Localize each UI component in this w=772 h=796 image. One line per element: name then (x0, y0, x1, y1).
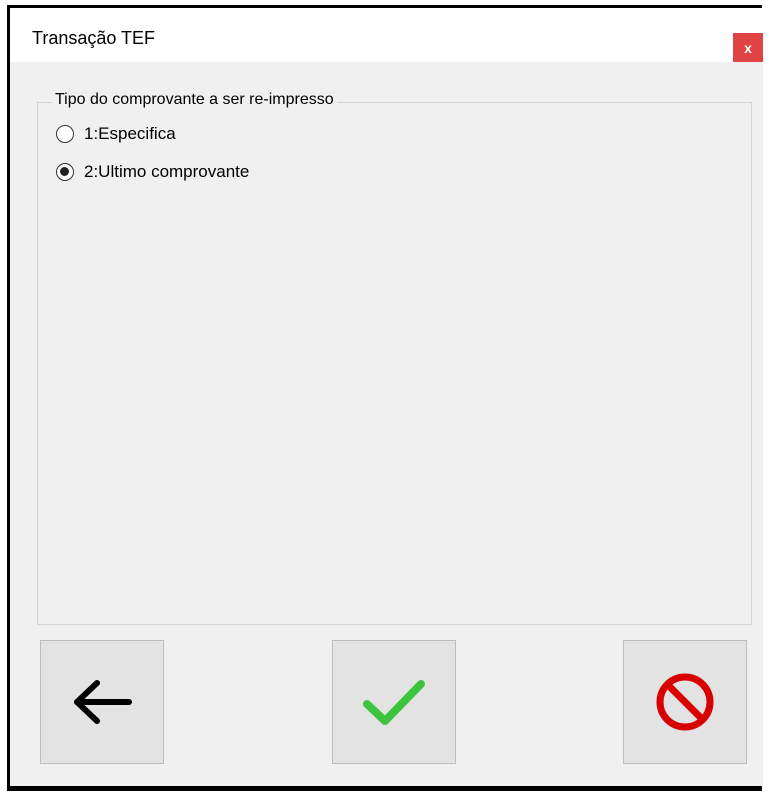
radio-option-ultimo-comprovante[interactable]: 2:Ultimo comprovante (56, 161, 249, 183)
radio-button-selected[interactable] (56, 163, 74, 181)
radio-label: 1:Especifica (84, 124, 176, 143)
radio-button[interactable] (56, 125, 74, 143)
confirm-button[interactable] (332, 640, 456, 764)
dialog-body: Tipo do comprovante a ser re-impresso 1:… (10, 62, 763, 786)
close-icon: x (744, 40, 752, 56)
groupbox-legend: Tipo do comprovante a ser re-impresso (52, 91, 337, 109)
radio-option-especifica[interactable]: 1:Especifica (56, 123, 176, 145)
window-title: Transação TEF (32, 28, 156, 48)
back-button[interactable] (40, 640, 164, 764)
close-button[interactable]: x (733, 33, 763, 63)
title-bar: Transação TEF x (10, 8, 763, 63)
radio-label: 2:Ultimo comprovante (84, 162, 250, 181)
cancel-button[interactable] (623, 640, 747, 764)
checkmark-icon (363, 680, 425, 725)
arrow-left-icon (74, 680, 132, 724)
prohibited-icon (656, 673, 714, 731)
